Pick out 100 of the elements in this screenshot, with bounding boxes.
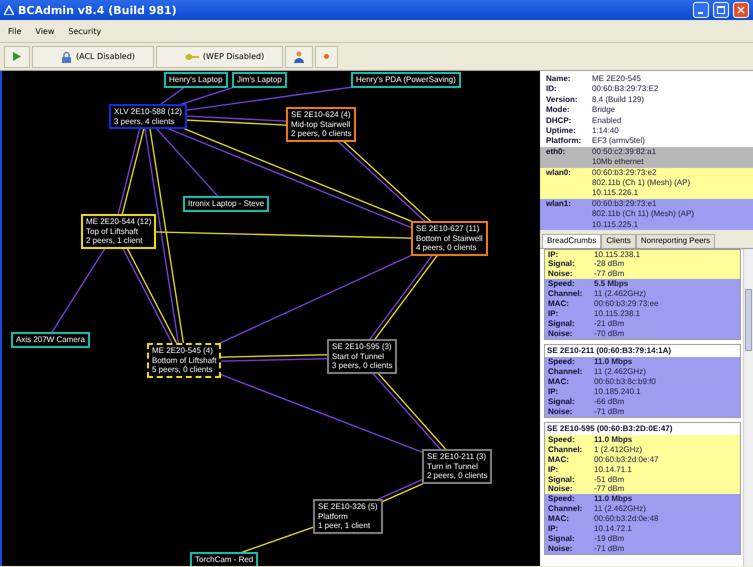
field-label: Signal: (548, 396, 576, 407)
person-icon (294, 50, 304, 62)
network-node[interactable]: Itronix Laptop - Steve (183, 196, 270, 212)
menu-item[interactable]: File (8, 26, 22, 36)
field-value: 10.14.71.1 (594, 464, 632, 475)
interface-label: eth0: (546, 146, 566, 158)
toolbar-button[interactable] (315, 46, 338, 68)
lock-icon (61, 50, 72, 62)
field-label: Noise: (548, 484, 574, 494)
property-label: Version: (546, 94, 579, 106)
field-value: 10.185.240.1 (594, 386, 641, 397)
property-value: Enabled (592, 116, 622, 126)
field-value: -21 dBm (594, 318, 624, 329)
field-label: Channel: (548, 289, 584, 300)
field-value: 10.115.238.1 (594, 250, 640, 260)
field-value: 11.0 Mbps (594, 357, 632, 367)
field-label: Signal: (548, 474, 576, 484)
property-value: Bridge (592, 105, 616, 116)
minimize-button[interactable] (693, 2, 709, 18)
field-label: Channel: (548, 366, 584, 377)
field-value: -71 dBm (594, 544, 624, 554)
field-value: 1 (2.412GHz) (594, 444, 642, 455)
scrollbar[interactable] (743, 248, 753, 566)
field-label: Noise: (548, 406, 574, 416)
dot-icon (324, 54, 330, 59)
field-value: 11.0 Mbps (594, 494, 632, 504)
field-label: Noise: (548, 328, 574, 339)
interface-value: 00:50:c2:39:82:a1 (592, 146, 656, 158)
network-node[interactable]: ME 2E20-545 (4) Bottom of Liftshaft 5 peers, 0 clients (147, 343, 222, 378)
field-value: 11 (2.462GHz) (594, 289, 646, 300)
interface-label: wlan1: (546, 198, 572, 210)
field-label: Signal: (548, 318, 576, 329)
toolbar-button[interactable]: (ACL Disabled) (32, 46, 154, 68)
tab[interactable]: Nonreporting Peers (636, 234, 716, 248)
field-label: MAC: (548, 514, 570, 524)
field-label: Speed: (548, 434, 576, 445)
network-node[interactable]: SE 2E10-595 (3) Start of Tunnel 3 peers, 0 clients (327, 339, 398, 374)
interface-value: 00:60:b3:29:73:e2 (592, 168, 658, 178)
property-label: Mode: (546, 105, 571, 116)
property-label: Platform: (546, 136, 582, 147)
tab[interactable]: BreadCrumbs (542, 234, 602, 248)
toolbar-button[interactable] (4, 46, 30, 68)
field-label: MAC: (548, 299, 570, 309)
property-value: 00:60:B3:29:73:E2 (592, 84, 658, 95)
field-value: -66 dBm (594, 396, 624, 407)
network-node[interactable]: Henry's Laptop (164, 72, 228, 88)
interface-value: 802.11b (Ch 1) (Mesh) (AP) (592, 178, 690, 188)
field-value: 00:60:b3:2d:0e:47 (594, 454, 659, 465)
network-node[interactable]: XLV 2E10-588 (12) 3 peers, 4 clients (109, 104, 187, 129)
network-node[interactable]: ME 2E20-544 (12) Top of Liftshaft 2 peers, 1 client (81, 214, 156, 248)
field-label: Speed: (548, 494, 576, 504)
interface-value: 10Mb ethernet (592, 157, 645, 168)
play-icon (13, 52, 21, 61)
field-value: -71 dBm (594, 406, 624, 416)
field-label: Channel: (548, 504, 584, 514)
network-node[interactable]: TorchCam - Red (190, 552, 258, 566)
maximize-icon (717, 6, 725, 14)
field-value: 11.0 Mbps (594, 434, 632, 445)
field-label: IP: (548, 386, 560, 397)
property-value: EF3 (armv5tel) (592, 136, 645, 147)
field-label: MAC: (548, 454, 570, 465)
field-label: IP: (548, 464, 560, 475)
network-node[interactable]: SE 2E10-211 (3) Turn in Tunnel 2 peers, 0 clients (422, 449, 492, 484)
property-label: Name: (546, 74, 572, 84)
network-node[interactable]: SE 2E10-627 (11) Bottom of Stairwell 4 peers, 0 clients (411, 221, 488, 256)
window-title: BCAdmin v8.4 (Build 981) (18, 4, 178, 16)
tab[interactable]: Clients (601, 234, 636, 248)
property-label: ID: (546, 84, 558, 95)
network-node[interactable]: Henry's PDA (PowerSaving) (351, 72, 461, 88)
interface-value: 10.115.226.1 (592, 188, 640, 199)
menu-item[interactable]: View (35, 26, 54, 36)
field-label: Speed: (548, 357, 576, 367)
menu-item[interactable]: Security (68, 26, 102, 36)
field-label: Signal: (548, 259, 576, 270)
interface-value: 802.11b (Ch 11) (Mesh) (AP) (592, 209, 694, 220)
field-label: Channel: (548, 444, 584, 455)
field-value: 11 (2.462GHz) (594, 366, 646, 377)
network-node[interactable]: SE 2E10-326 (5) Platform 1 peer, 1 client (313, 499, 383, 534)
field-value: -28 dBm (594, 259, 624, 270)
toolbar-button[interactable] (285, 46, 314, 68)
field-label: Speed: (548, 279, 576, 290)
network-node[interactable]: Jim's Laptop (232, 72, 287, 88)
field-value: -51 dBm (594, 474, 624, 484)
field-value: 11 (2.462GHz) (594, 504, 646, 514)
toolbar-button[interactable]: (WEP Disabled) (156, 46, 284, 68)
interface-label: wlan0: (546, 168, 572, 179)
field-label: IP: (548, 250, 560, 260)
close-button[interactable] (733, 2, 749, 18)
network-node[interactable]: Axis 207W Camera (11, 332, 90, 348)
property-value: ME 2E20-545 (592, 74, 641, 84)
field-label: IP: (548, 524, 560, 534)
field-value: -70 dBm (594, 328, 624, 339)
property-label: Uptime: (546, 126, 577, 136)
field-value: 00:60:b3:8c:b9:f0 (594, 376, 656, 387)
close-icon (737, 6, 745, 14)
field-value: 10.115.238.1 (594, 308, 640, 319)
network-node[interactable]: SE 2E10-624 (4) Mid-top Stairwell 2 peers, 0 clients (286, 107, 356, 142)
maximize-button[interactable] (713, 2, 729, 18)
property-label: DHCP: (546, 116, 572, 126)
field-value: 5.5 Mbps (594, 279, 628, 290)
